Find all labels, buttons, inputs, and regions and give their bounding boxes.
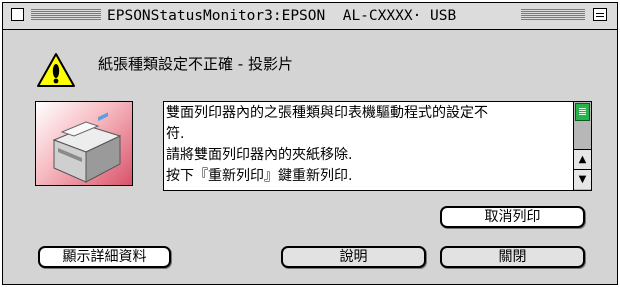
scroll-up-arrow-icon[interactable]: ▲ <box>574 149 591 169</box>
title-model: AL-CXXXX <box>342 8 413 24</box>
title-bar-stripes-left <box>31 9 101 21</box>
message-line: 雙面列印器內的之張種類與印表機驅動程式的設定不 <box>166 105 488 121</box>
title-bar[interactable]: EPSONStatusMonitor3:EPSON AL-CXXXX· USB <box>3 3 617 30</box>
alert-message-box[interactable]: 雙面列印器內的之張種類與印表機驅動程式的設定不 符. 請將雙面列印器內的夾紙移除… <box>163 101 592 191</box>
show-details-button[interactable]: 顯示詳細資料 <box>38 246 171 268</box>
window-title: EPSONStatusMonitor3:EPSON AL-CXXXX· USB <box>103 6 461 26</box>
help-button[interactable]: 說明 <box>281 246 426 268</box>
title-separator: · <box>412 8 422 24</box>
cancel-print-button[interactable]: 取消列印 <box>440 206 585 228</box>
title-bar-stripes-right <box>521 9 585 21</box>
printer-icon <box>35 101 133 186</box>
warning-icon <box>37 53 75 87</box>
message-scrollbar[interactable]: ▲ ▼ <box>573 102 591 190</box>
scroll-down-arrow-icon[interactable]: ▼ <box>574 169 591 189</box>
title-app: EPSONStatusMonitor3:EPSON <box>107 8 326 24</box>
alert-message: 雙面列印器內的之張種類與印表機驅動程式的設定不 符. 請將雙面列印器內的夾紙移除… <box>166 103 572 187</box>
close-button[interactable]: 關閉 <box>440 246 585 268</box>
message-line: 請將雙面列印器內的夾紙移除. <box>166 147 353 163</box>
status-monitor-window: EPSONStatusMonitor3:EPSON AL-CXXXX· USB … <box>2 2 618 285</box>
message-line: 符. <box>166 126 185 142</box>
zoom-box-icon[interactable] <box>593 8 607 21</box>
scroll-track[interactable] <box>574 121 591 149</box>
alert-title: 紙張種類設定不正確 - 投影片 <box>98 55 293 73</box>
message-line: 按下『重新列印』鍵重新列印. <box>166 168 353 184</box>
close-box-icon[interactable] <box>11 8 24 21</box>
scroll-thumb[interactable] <box>575 103 590 121</box>
title-port: USB <box>430 8 457 24</box>
